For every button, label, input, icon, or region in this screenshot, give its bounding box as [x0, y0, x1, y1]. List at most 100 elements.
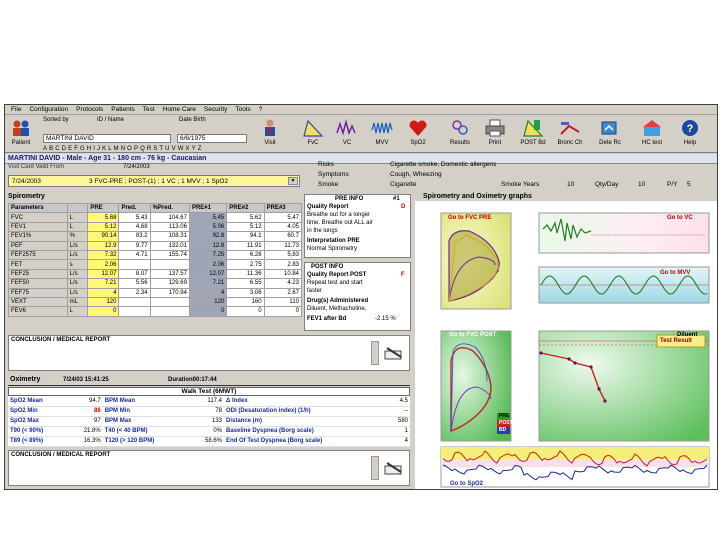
symptoms-value: Cough, Wheezing — [390, 171, 442, 178]
patient-search-input[interactable]: MARTINI DAVID — [43, 134, 171, 143]
table-cell: 117.4 — [189, 396, 224, 407]
alpha-letter-m[interactable]: M — [114, 146, 120, 152]
scrollbar[interactable] — [371, 456, 379, 480]
fvc-button[interactable]: FvC — [298, 118, 328, 151]
alpha-letter-z[interactable]: Z — [198, 146, 202, 152]
alpha-letter-f[interactable]: F — [74, 146, 78, 152]
table-cell: 83.2 — [118, 231, 151, 242]
alpha-letter-h[interactable]: H — [87, 146, 92, 152]
table-row[interactable]: FEV1%% 90.14 83.2 108.31 92.8 94.1 60.7 — [8, 231, 303, 242]
menu-protocols[interactable]: Protocols — [72, 106, 107, 113]
alpha-letter-d[interactable]: D — [62, 146, 67, 152]
alpha-letter-x[interactable]: X — [185, 146, 190, 152]
help-button[interactable]: ? Help — [675, 118, 705, 151]
go-to-vc-link[interactable]: Go to VC — [667, 215, 693, 221]
table-cell: PEF — [8, 240, 68, 251]
menu-help[interactable]: ? — [255, 106, 267, 113]
alpha-letter-l[interactable]: L — [108, 146, 112, 152]
post-quality-label: Quality Report POST — [307, 272, 367, 278]
alpha-letter-p[interactable]: P — [134, 146, 139, 152]
menu-configuration[interactable]: Configuration — [25, 106, 72, 113]
drug-label: Drug(s) Administered — [307, 298, 369, 304]
alpha-letter-j[interactable]: J — [97, 146, 101, 152]
spirometry-conclusion-box[interactable]: CONCLUSION / MEDICAL REPORT — [8, 335, 410, 371]
mvv-button[interactable]: MVV — [367, 118, 397, 151]
table-cell: 7.21 — [87, 278, 120, 289]
table-cell: 7.25 — [188, 249, 228, 261]
visit-button[interactable]: Visit — [255, 118, 285, 151]
signature-pen-icon[interactable] — [383, 460, 405, 476]
alpha-letter-a[interactable]: A — [43, 146, 48, 152]
alpha-letter-n[interactable]: N — [121, 146, 126, 152]
alpha-letter-q[interactable]: Q — [140, 146, 145, 152]
alpha-letter-c[interactable]: C — [55, 146, 60, 152]
spo2-button[interactable]: SpO2 — [403, 118, 433, 151]
menu-file[interactable]: File — [7, 106, 25, 113]
alpha-letter-g[interactable]: G — [80, 146, 85, 152]
alphabet-filter: ABCDEFGHIJKLMNOPQRSTUVWXYZ — [43, 146, 203, 152]
table-cell: SpO2 Max — [8, 416, 69, 427]
alpha-letter-s[interactable]: S — [153, 146, 158, 152]
bronch-button[interactable]: Bronc Ch — [555, 118, 585, 151]
alpha-letter-i[interactable]: I — [93, 146, 95, 152]
legend-post: POST — [499, 420, 513, 426]
go-to-spo2-link[interactable]: Go to SpO2 — [450, 481, 483, 487]
patient-button[interactable]: Patient — [6, 118, 36, 151]
menu-home-care[interactable]: Home Care — [159, 106, 200, 113]
oximetry-conclusion-box[interactable]: CONCLUSION / MEDICAL REPORT — [8, 450, 410, 486]
alpha-letter-u[interactable]: U — [165, 146, 170, 152]
table-cell: 9.77 — [118, 240, 151, 251]
go-to-mvv-link[interactable]: Go to MVV — [660, 270, 690, 276]
alpha-letter-t[interactable]: T — [159, 146, 163, 152]
chevron-down-icon[interactable]: ▼ — [288, 177, 298, 185]
print-button[interactable]: Print — [480, 118, 510, 151]
table-cell: 12.07 — [87, 268, 120, 280]
smoke-years-value: 10 — [567, 181, 575, 188]
table-row[interactable]: FEF75 L/s 4 2.34 170.94 4 3.06 2.67 — [8, 287, 303, 298]
table-row[interactable]: FVC L 5.68 5.43 104.67 5.45 5.62 5.47 — [8, 212, 303, 223]
dob-input[interactable]: 6/6/1975 — [177, 134, 247, 143]
signature-pen-icon[interactable] — [383, 345, 405, 361]
alpha-letter-o[interactable]: O — [127, 146, 132, 152]
table-row[interactable]: VEXT mL 120 120 160 110 — [8, 296, 303, 308]
table-cell: 5.12 — [226, 221, 265, 233]
go-to-fvc-pre-link[interactable]: Go to FVC PRE — [448, 215, 491, 221]
delete-record-button[interactable]: Dete Rc — [595, 118, 625, 151]
table-row[interactable]: FEV1 L 5.12 4.68 113.06 5.06 5.12 4.05 — [8, 221, 303, 233]
table-cell: 11.36 — [226, 268, 265, 280]
menu-tools[interactable]: Tools — [231, 106, 254, 113]
hc-test-button[interactable]: HC test — [637, 118, 667, 151]
table-row[interactable]: FET s 2.06 2.06 2.75 2.83 — [8, 259, 303, 270]
table-row[interactable]: FEV6 L 0 0 0 0 — [8, 306, 303, 317]
alpha-letter-v[interactable]: V — [172, 146, 177, 152]
alpha-letter-k[interactable]: K — [102, 146, 107, 152]
table-cell: FEV1 — [8, 221, 68, 233]
alpha-letter-b[interactable]: B — [49, 146, 54, 152]
menu-bar: File Configuration Protocols Patients Te… — [5, 105, 717, 115]
table-cell: 60.7 — [263, 231, 303, 242]
alpha-letter-r[interactable]: R — [147, 146, 152, 152]
patient-summary: MARTINI DAVID - Male - Age 31 - 180 cm -… — [8, 155, 207, 162]
alpha-letter-w[interactable]: W — [178, 146, 184, 152]
table-row[interactable]: FEF50 L/s 7.21 5.56 129.69 7.21 6.55 4.23 — [8, 278, 303, 289]
table-cell: 133 — [189, 416, 224, 427]
menu-patients[interactable]: Patients — [107, 106, 139, 113]
menu-security[interactable]: Security — [200, 106, 231, 113]
test-date: 7/24/2003 — [12, 178, 41, 185]
results-button[interactable]: Results — [445, 118, 475, 151]
go-to-fvc-post-link[interactable]: Go to FVC POST — [449, 332, 496, 338]
table-row[interactable]: FEF2575 L/s 7.32 4.71 155.74 7.25 6.28 5.83 — [8, 249, 303, 261]
py-value: 5 — [687, 181, 691, 188]
test-selector-dropdown[interactable]: 7/24/2003 3 FVC-PRE ; POST-(1) ; 1 VC ; … — [8, 175, 300, 187]
post-bd-button[interactable]: POST Bd — [518, 118, 548, 151]
scrollbar[interactable] — [371, 341, 379, 365]
menu-test[interactable]: Test — [139, 106, 159, 113]
table-row[interactable]: PEF L/s 12.9 9.77 132.01 12.8 11.91 11.73 — [8, 240, 303, 251]
alpha-letter-e[interactable]: E — [68, 146, 73, 152]
table-row[interactable]: FEF25 L/s 12.07 8.07 137.57 12.07 11.36 10.84 — [8, 268, 303, 280]
table-cell: 4 — [387, 436, 410, 447]
alpha-letter-y[interactable]: Y — [192, 146, 197, 152]
table-cell: L/s — [66, 240, 89, 251]
table-cell: 6.28 — [226, 249, 265, 261]
vc-button[interactable]: VC — [332, 118, 362, 151]
